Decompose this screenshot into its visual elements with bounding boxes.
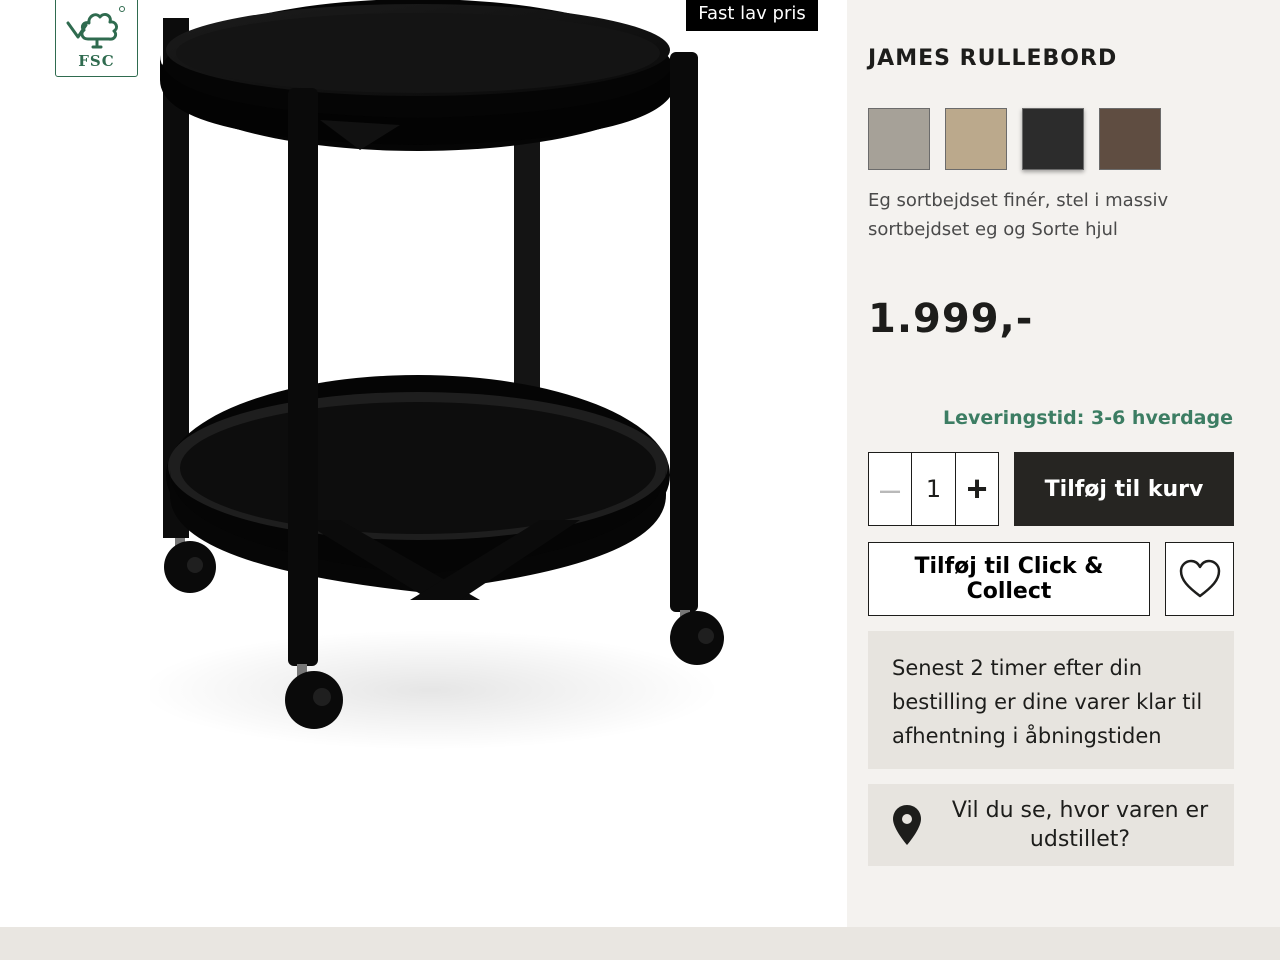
store-location-link[interactable]: Vil du se, hvor varen er udstillet? [868,784,1234,866]
store-location-text: Vil du se, hvor varen er udstillet? [951,798,1209,852]
product-image [150,0,724,750]
fsc-logo: FSC [55,0,138,77]
quantity-stepper: – 1 + [868,452,999,526]
click-collect-button[interactable]: Tilføj til Click & Collect [868,542,1150,616]
product-info-panel: JAMES RULLEBORD Eg sortbejdset finér, st… [847,0,1280,927]
swatch-brown[interactable] [1099,108,1161,170]
add-to-cart-button[interactable]: Tilføj til kurv [1014,452,1234,526]
color-swatches [868,108,1161,170]
swatch-grey[interactable] [868,108,930,170]
tree-icon [66,6,125,49]
location-pin-icon [893,805,921,845]
product-image-area: FSC Fast lav pris [0,0,847,927]
product-brand: JAMES [868,46,951,71]
delivery-time: Leveringstid: 3-6 hverdage [942,407,1233,429]
swatch-oak[interactable] [945,108,1007,170]
pickup-info-box: Senest 2 timer efter din bestilling er d… [868,631,1234,769]
pickup-info-text: Senest 2 timer efter din bestilling er d… [892,656,1203,748]
product-description: Eg sortbejdset finér, stel i massiv sort… [868,190,1169,240]
swatch-black[interactable] [1022,108,1084,170]
product-price: 1.999,- [868,296,1034,342]
favorite-button[interactable] [1165,542,1234,616]
product-title: JAMES RULLEBORD [868,46,1117,71]
quantity-increase-button[interactable]: + [955,453,998,525]
quantity-decrease-button[interactable]: – [869,453,912,525]
quantity-value[interactable]: 1 [912,453,955,525]
product-name: RULLEBORD [959,46,1118,71]
heart-icon [1179,559,1220,598]
fsc-label: FSC [78,52,115,70]
footer-strip [0,927,1280,960]
